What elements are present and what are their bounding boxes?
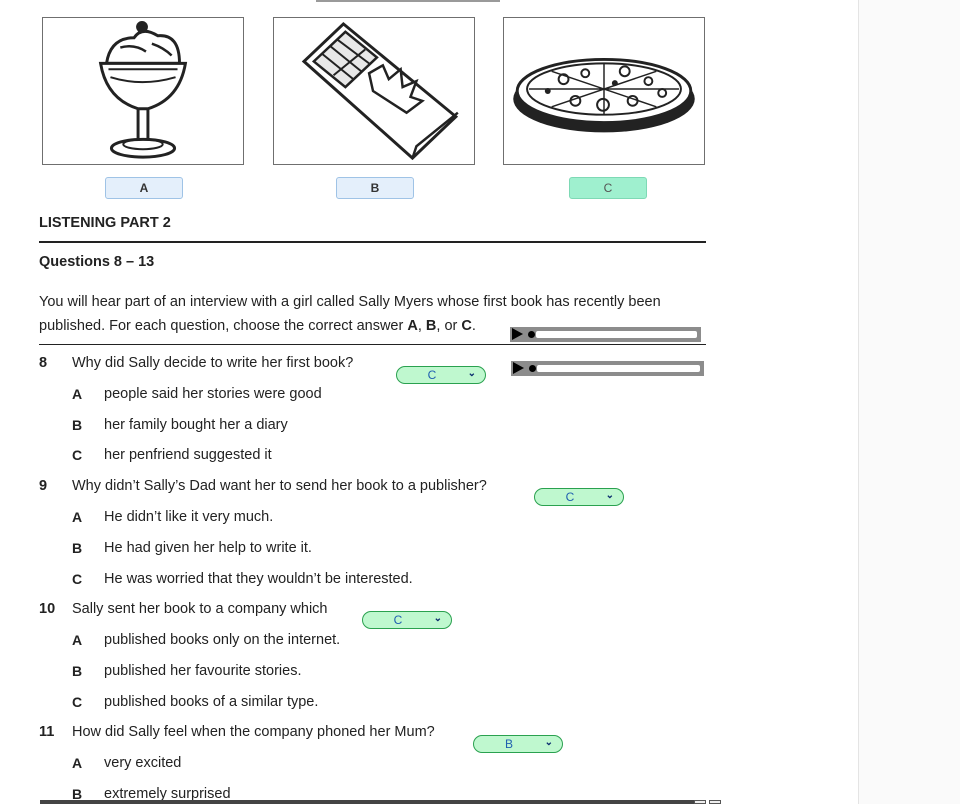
question-number: 10 [39, 601, 56, 617]
answer-select-q10[interactable]: C ⌄ [362, 611, 452, 629]
answer-select-value: B [504, 737, 513, 751]
answer-select-value: C [427, 368, 437, 382]
instructions-letter-a: A [407, 318, 418, 334]
right-side-panel [858, 0, 960, 804]
picture-pizza [503, 17, 705, 165]
chevron-down-icon[interactable]: ⌄ [434, 613, 442, 624]
picture-option-a-button[interactable]: A [105, 177, 183, 199]
audio-seek-handle[interactable] [528, 331, 535, 338]
option-text: very excited [104, 755, 182, 771]
instructions-sep-2: , or [436, 318, 462, 334]
option-letter: A [72, 509, 83, 525]
option-text: He was worried that they wouldn’t be int… [104, 571, 413, 587]
audio-seek-handle[interactable] [529, 365, 536, 372]
instructions-divider [39, 344, 706, 345]
option-text: He didn’t like it very much. [104, 509, 274, 525]
question-text: How did Sally feel when the company phon… [72, 724, 435, 740]
option-letter: B [72, 417, 83, 433]
option-text: published books only on the internet. [104, 632, 341, 648]
question-text: Sally sent her book to a company which [72, 601, 328, 617]
section-divider [39, 241, 706, 243]
option-letter: B [72, 663, 83, 679]
option-letter: C [72, 694, 83, 710]
answer-select-value: C [565, 490, 575, 504]
pizza-image [513, 57, 695, 133]
horizontal-scrollbar[interactable] [40, 800, 700, 804]
audio-player-1[interactable] [510, 327, 701, 342]
question-number: 9 [39, 478, 48, 494]
chevron-down-icon[interactable]: ⌄ [545, 737, 553, 748]
option-letter: A [72, 755, 83, 771]
audio-progress-track[interactable] [537, 365, 700, 372]
answer-select-q9[interactable]: C ⌄ [534, 488, 624, 506]
chevron-down-icon[interactable]: ⌄ [606, 490, 614, 501]
picture-option-b-button[interactable]: B [336, 177, 414, 199]
option-text: He had given her help to write it. [104, 540, 312, 556]
question-text: Why did Sally decide to write her first … [72, 355, 354, 371]
option-text: her family bought her a diary [104, 417, 288, 433]
chocolate-bar-image [301, 21, 459, 161]
section-title: LISTENING PART 2 [39, 215, 171, 231]
ice-cream-sundae-image [98, 20, 188, 159]
audio-progress-track[interactable] [536, 331, 697, 338]
option-text: her penfriend suggested it [104, 447, 272, 463]
scroll-right-button[interactable] [709, 800, 721, 804]
answer-select-value: C [393, 613, 403, 627]
question-number: 8 [39, 355, 48, 371]
scroll-left-button[interactable] [694, 800, 706, 804]
option-text: published her favourite stories. [104, 663, 302, 679]
picture-chocolate-bar [273, 17, 475, 165]
option-text: published books of a similar type. [104, 694, 319, 710]
option-letter: C [72, 571, 83, 587]
question-text: Why didn’t Sally’s Dad want her to send … [72, 478, 487, 494]
picture-ice-cream-sundae [42, 17, 244, 165]
chevron-down-icon[interactable]: ⌄ [468, 368, 476, 379]
play-icon[interactable] [513, 362, 524, 374]
answer-select-q11[interactable]: B ⌄ [473, 735, 563, 753]
instructions-letter-c: C [461, 318, 472, 334]
instructions-sep-1: , [417, 318, 426, 334]
instructions-end: . [471, 318, 476, 334]
option-letter: B [72, 540, 83, 556]
answer-select-q8[interactable]: C ⌄ [396, 366, 486, 384]
option-letter: A [72, 632, 83, 648]
question-number: 11 [39, 724, 55, 740]
play-icon[interactable] [512, 328, 523, 340]
option-letter: C [72, 447, 83, 463]
audio-player-2[interactable] [511, 361, 704, 376]
option-text: people said her stories were good [104, 386, 322, 402]
questions-range-title: Questions 8 – 13 [39, 254, 155, 270]
picture-option-c-button[interactable]: C [569, 177, 647, 199]
top-scroll-tab[interactable] [316, 0, 500, 2]
instructions-letter-b: B [425, 318, 437, 334]
option-letter: A [72, 386, 83, 402]
